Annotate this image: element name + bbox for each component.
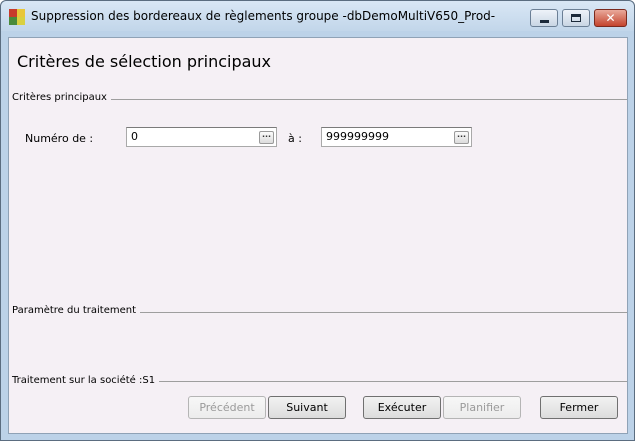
previous-button[interactable]: Précédent: [188, 396, 266, 419]
execute-button[interactable]: Exécuter: [363, 396, 441, 419]
title-bar[interactable]: Suppression des bordereaux de règlements…: [1, 1, 634, 31]
dialog-window: Suppression des bordereaux de règlements…: [0, 0, 635, 441]
number-from-value: 0: [131, 130, 138, 143]
number-to-value: 999999999: [326, 130, 389, 143]
section-label-company: Traitement sur la société :S1: [12, 375, 160, 386]
schedule-button[interactable]: Planifier: [443, 396, 521, 419]
window-title: Suppression des bordereaux de règlements…: [31, 9, 496, 23]
close-button[interactable]: Fermer: [540, 396, 618, 419]
maximize-button[interactable]: [562, 9, 590, 27]
minimize-button[interactable]: [530, 9, 558, 27]
number-to-field[interactable]: 999999999 ...: [321, 127, 472, 147]
dialog-content: Critères de sélection principaux Critère…: [8, 37, 628, 434]
app-icon: [9, 9, 25, 25]
number-from-field[interactable]: 0 ...: [126, 127, 277, 147]
maximize-icon: [571, 14, 581, 22]
page-title: Critères de sélection principaux: [17, 52, 272, 71]
close-window-button[interactable]: ✕: [594, 9, 627, 27]
section-label-main-criteria: Critères principaux: [12, 92, 111, 103]
browse-from-button[interactable]: ...: [259, 131, 274, 144]
close-icon: ✕: [605, 11, 616, 25]
browse-to-button[interactable]: ...: [454, 131, 469, 144]
section-label-processing: Paramètre du traitement: [12, 305, 141, 316]
next-button[interactable]: Suivant: [268, 396, 346, 419]
minimize-icon: [539, 19, 549, 23]
number-to-label: à :: [288, 132, 302, 145]
number-from-label: Numéro de :: [25, 132, 94, 145]
